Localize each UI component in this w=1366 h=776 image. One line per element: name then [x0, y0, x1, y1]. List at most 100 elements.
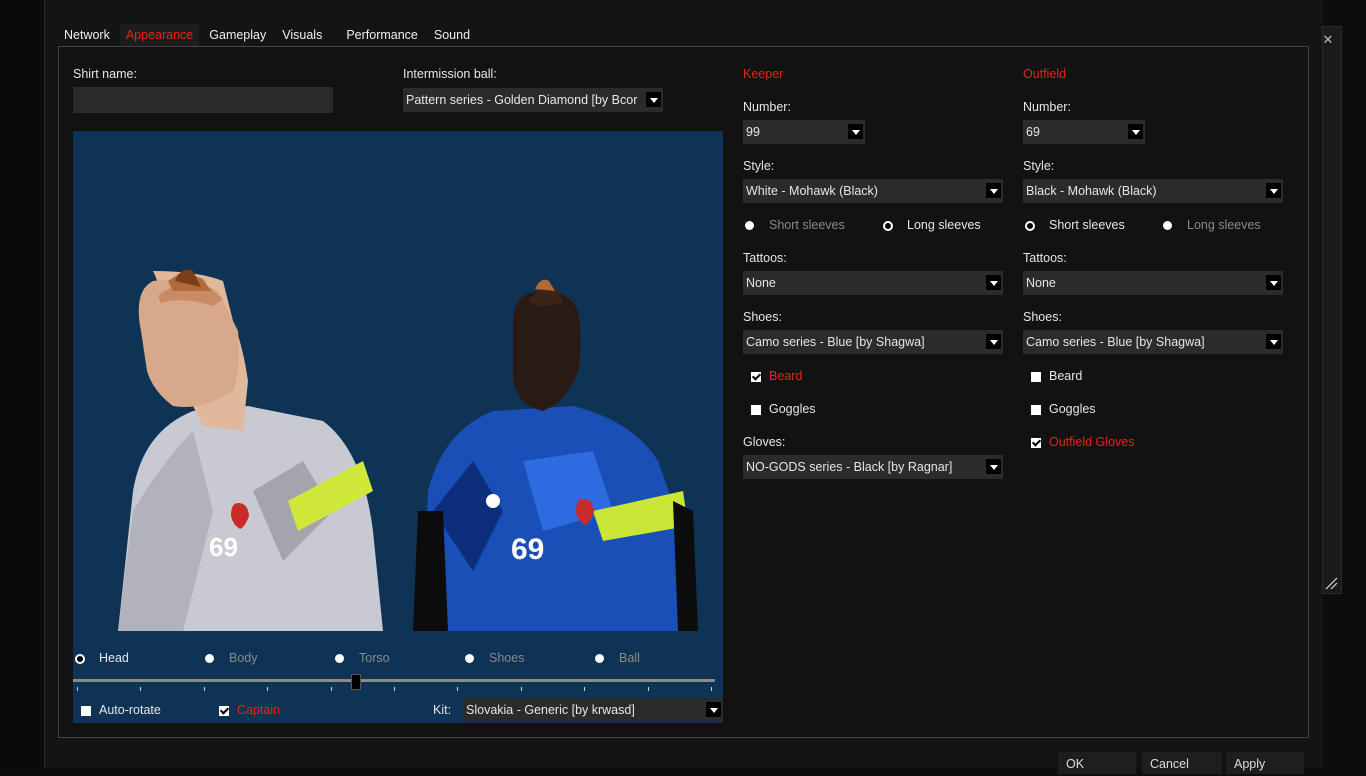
- radio-shoes[interactable]: [465, 654, 474, 663]
- radio-head[interactable]: [75, 654, 85, 664]
- chevron-down-icon[interactable]: [1266, 334, 1281, 349]
- shirt-name-label: Shirt name:: [73, 67, 137, 81]
- outfield-short-sleeves-radio[interactable]: [1025, 221, 1035, 231]
- chevron-down-icon[interactable]: [986, 459, 1001, 474]
- outfield-style-label: Style:: [1023, 159, 1055, 173]
- outfield-number-label: Number:: [1023, 100, 1071, 114]
- keeper-goggles-checkbox[interactable]: [751, 405, 761, 415]
- captain-label: Captain: [237, 703, 281, 717]
- kit-value: Slovakia - Generic [by krwasd]: [466, 703, 635, 717]
- tab-appearance[interactable]: Appearance: [119, 24, 200, 46]
- outfield-style-select[interactable]: Black - Mohawk (Black): [1023, 179, 1283, 203]
- shirt-name-input[interactable]: [73, 87, 333, 113]
- outfield-goggles-checkbox[interactable]: [1031, 405, 1041, 415]
- intermission-ball-label: Intermission ball:: [403, 67, 497, 81]
- keeper-number-select[interactable]: 99: [743, 120, 865, 144]
- chevron-down-icon[interactable]: [1128, 124, 1143, 139]
- resize-grip-icon[interactable]: [1324, 576, 1338, 590]
- keeper-beard-checkbox[interactable]: [751, 372, 761, 382]
- outfield-title: Outfield: [1023, 67, 1067, 81]
- outfield-long-sleeves-radio[interactable]: [1163, 221, 1172, 230]
- keeper-gloves-label: Gloves:: [743, 435, 786, 449]
- keeper-shoes-select[interactable]: Camo series - Blue [by Shagwa]: [743, 330, 1003, 354]
- outfield-gloves-checkbox[interactable]: [1031, 438, 1041, 448]
- zoom-slider-track[interactable]: [73, 679, 715, 682]
- outfield-beard-label: Beard: [1049, 369, 1083, 383]
- chevron-down-icon[interactable]: [848, 124, 863, 139]
- radio-ball[interactable]: [595, 654, 604, 663]
- tab-gameplay[interactable]: Gameplay: [203, 24, 272, 46]
- tab-network[interactable]: Network: [58, 24, 116, 46]
- chevron-down-icon[interactable]: [986, 183, 1001, 198]
- outfield-number-value: 69: [1026, 125, 1040, 139]
- captain-checkbox[interactable]: [219, 706, 229, 716]
- outfield-short-sleeves-label: Short sleeves: [1049, 218, 1125, 232]
- tab-visuals[interactable]: Visuals: [276, 24, 328, 46]
- auto-rotate-checkbox[interactable]: [81, 706, 91, 716]
- radio-torso-label: Torso: [359, 651, 390, 665]
- keeper-long-sleeves-radio[interactable]: [883, 221, 893, 231]
- chevron-down-icon[interactable]: [1266, 275, 1281, 290]
- zoom-slider-tick: [330, 687, 332, 691]
- zoom-slider-tick: [394, 687, 395, 691]
- side-panel: [1322, 26, 1342, 594]
- outfield-goggles-label: Goggles: [1049, 402, 1096, 416]
- outfield-shoes-select[interactable]: Camo series - Blue [by Shagwa]: [1023, 330, 1283, 354]
- radio-head-label: Head: [99, 651, 129, 665]
- cancel-button[interactable]: Cancel: [1142, 752, 1222, 774]
- tab-sound[interactable]: Sound: [428, 24, 476, 46]
- keeper-number-label: Number:: [743, 100, 791, 114]
- zoom-slider-tick: [267, 687, 269, 691]
- outfield-gloves-label: Outfield Gloves: [1049, 435, 1135, 449]
- zoom-slider-tick: [647, 687, 649, 691]
- zoom-slider-tick: [203, 687, 205, 691]
- background-left: [0, 0, 44, 768]
- intermission-ball-select[interactable]: Pattern series - Golden Diamond [by Bcor: [403, 88, 663, 112]
- zoom-slider-tick: [711, 687, 712, 691]
- outfield-number-select[interactable]: 69: [1023, 120, 1145, 144]
- zoom-slider-tick: [77, 687, 78, 691]
- player-preview[interactable]: 69 69: [73, 131, 723, 723]
- keeper-tattoos-label: Tattoos:: [743, 251, 787, 265]
- radio-ball-label: Ball: [619, 651, 640, 665]
- ok-button[interactable]: OK: [1058, 752, 1136, 774]
- tab-performance[interactable]: Performance: [340, 24, 424, 46]
- keeper-tattoos-select[interactable]: None: [743, 271, 1003, 295]
- player-models-image: 69 69: [118, 269, 698, 631]
- zoom-slider-tick: [520, 687, 522, 691]
- outfield-long-sleeves-label: Long sleeves: [1187, 218, 1261, 232]
- chevron-down-icon[interactable]: [1266, 183, 1281, 198]
- intermission-ball-value: Pattern series - Golden Diamond [by Bcor: [406, 93, 638, 107]
- keeper-long-sleeves-label: Long sleeves: [907, 218, 981, 232]
- zoom-slider-thumb[interactable]: [351, 674, 362, 690]
- keeper-gloves-select[interactable]: NO-GODS series - Black [by Ragnar]: [743, 455, 1003, 479]
- kit-select[interactable]: Slovakia - Generic [by krwasd]: [463, 698, 723, 722]
- chevron-down-icon[interactable]: [986, 334, 1001, 349]
- chevron-down-icon[interactable]: [646, 92, 661, 107]
- kit-label: Kit:: [433, 703, 452, 717]
- outfield-tattoos-select[interactable]: None: [1023, 271, 1283, 295]
- chevron-down-icon[interactable]: [986, 275, 1001, 290]
- radio-body-label: Body: [229, 651, 258, 665]
- outfield-tattoos-value: None: [1026, 276, 1056, 290]
- keeper-shoes-label: Shoes:: [743, 310, 782, 324]
- keeper-short-sleeves-label: Short sleeves: [769, 218, 845, 232]
- keeper-style-select[interactable]: White - Mohawk (Black): [743, 179, 1003, 203]
- zoom-slider-tick: [457, 687, 459, 691]
- chevron-down-icon[interactable]: [706, 702, 721, 717]
- outfield-style-value: Black - Mohawk (Black): [1026, 184, 1157, 198]
- keeper-goggles-label: Goggles: [769, 402, 816, 416]
- radio-body[interactable]: [205, 654, 214, 663]
- apply-button[interactable]: Apply: [1226, 752, 1304, 774]
- outfield-shoes-value: Camo series - Blue [by Shagwa]: [1026, 335, 1205, 349]
- radio-torso[interactable]: [335, 654, 344, 663]
- keeper-style-value: White - Mohawk (Black): [746, 184, 878, 198]
- keeper-short-sleeves-radio[interactable]: [745, 221, 754, 230]
- radio-shoes-label: Shoes: [489, 651, 525, 665]
- outfield-beard-checkbox[interactable]: [1031, 372, 1041, 382]
- auto-rotate-label: Auto-rotate: [99, 703, 161, 717]
- tab-bar: Network Appearance Gameplay Visuals Perf…: [58, 24, 480, 46]
- close-icon[interactable]: ✕: [1320, 32, 1336, 48]
- keeper-beard-label: Beard: [769, 369, 803, 383]
- keeper-gloves-value: NO-GODS series - Black [by Ragnar]: [746, 460, 953, 474]
